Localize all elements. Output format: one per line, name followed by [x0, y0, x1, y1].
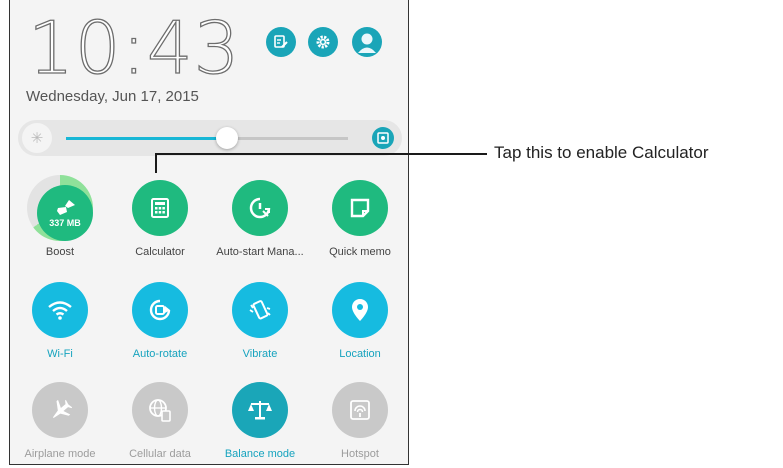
brightness-fill	[66, 137, 227, 140]
tile-label: Vibrate	[242, 348, 278, 360]
tile-quick-memo[interactable]: Quick memo	[310, 180, 408, 258]
clock-date: Wednesday, Jun 17, 2015	[26, 88, 199, 105]
balance-scale-icon	[248, 401, 272, 420]
auto-rotate-icon	[149, 299, 171, 321]
broom-icon	[57, 199, 75, 215]
hotspot-toggle[interactable]	[332, 382, 388, 438]
edit-button[interactable]	[266, 27, 296, 57]
balance-mode-toggle[interactable]	[232, 382, 288, 438]
boost-memory-value: 337 MB	[49, 217, 81, 228]
tile-vibrate[interactable]: Vibrate	[210, 282, 310, 360]
tile-label: Auto-start Mana...	[216, 246, 304, 258]
quick-memo-toggle[interactable]	[332, 180, 388, 236]
tile-label: Airplane mode	[24, 448, 96, 460]
tile-label: Balance mode	[224, 448, 296, 460]
auto-brightness-button[interactable]	[372, 127, 394, 149]
auto-brightness-icon	[377, 132, 389, 144]
location-pin-icon	[352, 299, 368, 321]
tile-wifi[interactable]: Wi-Fi	[10, 282, 110, 360]
tile-auto-rotate[interactable]: Auto-rotate	[110, 282, 210, 360]
brightness-sun-icon: ✳	[22, 123, 52, 153]
edit-icon	[274, 35, 288, 48]
callout-connector-vertical	[155, 153, 157, 173]
user-profile-button[interactable]	[352, 27, 382, 57]
tile-label: Boost	[45, 246, 75, 258]
gear-icon	[316, 35, 330, 49]
wifi-toggle[interactable]	[32, 282, 88, 338]
auto-start-manager-icon	[249, 197, 271, 219]
tile-location[interactable]: Location	[310, 282, 408, 360]
brightness-slider[interactable]: ✳	[18, 120, 402, 156]
airplane-mode-toggle[interactable]	[32, 382, 88, 438]
tile-cellular-data[interactable]: Cellular data	[110, 382, 210, 460]
location-toggle[interactable]	[332, 282, 388, 338]
brightness-thumb[interactable]	[215, 127, 238, 149]
tile-hotspot[interactable]: Hotspot	[310, 382, 408, 460]
tile-boost[interactable]: 337 MB Boost	[10, 175, 110, 258]
auto-start-manager-toggle[interactable]	[232, 180, 288, 236]
tile-label: Location	[339, 348, 381, 360]
callout-connector-horizontal	[155, 153, 487, 155]
tile-balance-mode[interactable]: Balance mode	[210, 382, 310, 460]
tile-label: Quick memo	[329, 246, 391, 258]
tile-auto-start-manager[interactable]: Auto-start Mana...	[210, 180, 310, 258]
cellular-data-toggle[interactable]	[132, 382, 188, 438]
vibrate-icon	[249, 300, 271, 320]
clock-time: 10:43	[27, 6, 241, 90]
hotspot-icon	[350, 400, 370, 420]
calculator-toggle[interactable]	[132, 180, 188, 236]
quick-settings-panel: 10:43 Wednesday, Jun 17, 2015 ✳ 337 MB B…	[9, 0, 409, 465]
cellular-data-icon	[149, 399, 171, 422]
tile-label: Wi-Fi	[47, 348, 73, 360]
tile-airplane-mode[interactable]: Airplane mode	[10, 382, 110, 460]
tile-label: Cellular data	[129, 448, 191, 460]
callout-label: Tap this to enable Calculator	[494, 143, 709, 162]
auto-rotate-toggle[interactable]	[132, 282, 188, 338]
boost-toggle[interactable]: 337 MB	[27, 175, 93, 241]
vibrate-toggle[interactable]	[232, 282, 288, 338]
brightness-track[interactable]	[66, 127, 348, 149]
tile-label: Hotspot	[341, 448, 379, 460]
calculator-icon	[151, 198, 169, 218]
tile-label: Auto-rotate	[132, 348, 188, 360]
user-icon	[358, 33, 376, 53]
quick-memo-icon	[350, 198, 370, 218]
wifi-icon	[48, 301, 72, 320]
tile-label: Calculator	[135, 246, 185, 258]
settings-button[interactable]	[308, 27, 338, 57]
tile-calculator[interactable]: Calculator	[110, 180, 210, 258]
airplane-icon	[52, 399, 72, 418]
